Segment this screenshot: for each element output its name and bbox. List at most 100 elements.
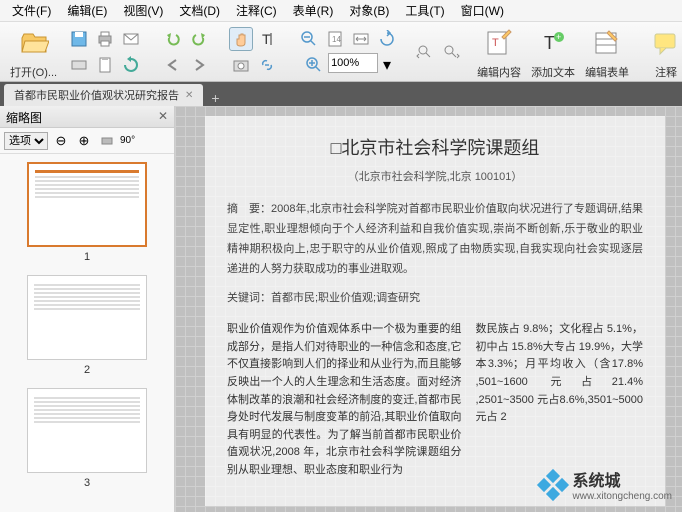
add-text-icon: T+ — [539, 29, 567, 57]
thumbnail-options-select[interactable]: 选项▾ — [4, 132, 48, 150]
fit-width-button[interactable] — [349, 27, 373, 51]
undo-button[interactable] — [161, 27, 185, 51]
arrow-right-icon — [190, 56, 208, 74]
snapshot-button[interactable] — [229, 53, 253, 77]
toolbar: 打开(O)... T — [0, 22, 682, 82]
doc-title: □北京市社会科学院课题组 — [227, 134, 643, 163]
fit-page-button[interactable]: 14 — [323, 27, 347, 51]
arrow-left-icon — [164, 56, 182, 74]
open-label: 打开(O)... — [10, 64, 57, 80]
zoom-dropdown[interactable]: ▾ — [380, 53, 394, 77]
sidebar-title: 缩略图 — [6, 109, 42, 124]
thumb-number: 3 — [8, 477, 166, 489]
watermark-brand: 系统城 — [573, 467, 673, 491]
menu-form[interactable]: 表单(R) — [285, 0, 342, 21]
page-content: □北京市社会科学院课题组 （北京市社会科学院,北京 100101） 摘 要：20… — [205, 116, 665, 506]
printer-icon — [96, 30, 114, 48]
find-prev-icon — [416, 43, 434, 61]
text-cursor-icon: T — [258, 30, 276, 48]
annotate-button[interactable] — [647, 24, 682, 62]
watermark-logo-icon — [539, 471, 567, 499]
annotate-icon — [652, 29, 680, 57]
doc-keywords: 关键词：首都市民;职业价值观;调查研究 — [227, 290, 643, 308]
clipboard-button[interactable] — [93, 53, 117, 77]
doc-abstract: 摘 要：2008年,北京市社会科学院对首都市民职业价值取向状况进行了专题调研,结… — [227, 200, 643, 279]
tab-title: 首都市民职业价值观状况研究报告 — [14, 87, 179, 103]
thumbnail-3[interactable]: 3 — [8, 388, 166, 489]
thumbnail-2[interactable]: 2 — [8, 275, 166, 376]
prev-view-button[interactable] — [161, 53, 185, 77]
zoom-in-icon — [305, 56, 323, 74]
doc-subtitle: （北京市社会科学院,北京 100101） — [227, 169, 643, 187]
edit-form-icon — [593, 29, 621, 57]
thumbnail-1[interactable]: 1 — [8, 162, 166, 263]
annotate-label: 注释 — [655, 64, 677, 80]
menu-edit[interactable]: 编辑(E) — [59, 0, 115, 21]
fit-width-icon — [352, 30, 370, 48]
svg-text:+: + — [556, 32, 561, 42]
hand-tool-button[interactable] — [229, 27, 253, 51]
document-view[interactable]: □北京市社会科学院课题组 （北京市社会科学院,北京 100101） 摘 要：20… — [175, 106, 682, 512]
menu-tools[interactable]: 工具(T) — [397, 0, 452, 21]
redo-button[interactable] — [187, 27, 211, 51]
sidebar-close-button[interactable]: ✕ — [158, 109, 168, 124]
menu-view[interactable]: 视图(V) — [115, 0, 171, 21]
zoom-input[interactable] — [328, 53, 378, 73]
watermark: 系统城 www.xitongcheng.com — [539, 467, 673, 502]
zoom-out-button[interactable] — [297, 27, 321, 51]
find-prev-button[interactable] — [413, 40, 437, 64]
open-button[interactable] — [15, 24, 53, 62]
menu-object[interactable]: 对象(B) — [341, 0, 397, 21]
save-icon — [70, 30, 88, 48]
link-button[interactable] — [255, 53, 279, 77]
camera-icon — [232, 56, 250, 74]
thumb-zoom-in-button[interactable]: ⊕ — [74, 131, 94, 151]
svg-text:14: 14 — [332, 35, 341, 44]
edit-form-button[interactable] — [588, 24, 626, 62]
menu-annotate[interactable]: 注释(C) — [228, 0, 285, 21]
edit-content-label: 编辑内容 — [477, 64, 521, 80]
thumb-number: 2 — [8, 364, 166, 376]
hand-icon — [232, 30, 250, 48]
thumb-rotate-label[interactable]: 90° — [120, 135, 135, 146]
add-text-button[interactable]: T+ — [534, 24, 572, 62]
svg-text:T: T — [262, 31, 271, 47]
fit-page-icon: 14 — [326, 30, 344, 48]
edit-form-label: 编辑表单 — [585, 64, 629, 80]
mail-icon — [122, 30, 140, 48]
menu-window[interactable]: 窗口(W) — [453, 0, 512, 21]
edit-content-button[interactable]: T — [480, 24, 518, 62]
menu-bar: 文件(F) 编辑(E) 视图(V) 文档(D) 注释(C) 表单(R) 对象(B… — [0, 0, 682, 22]
text-select-button[interactable]: T — [255, 27, 279, 51]
menu-document[interactable]: 文档(D) — [171, 0, 228, 21]
refresh-button[interactable] — [119, 53, 143, 77]
tab-close-button[interactable]: ✕ — [185, 90, 193, 101]
zoom-in-button[interactable] — [302, 53, 326, 77]
thumb-number: 1 — [8, 251, 166, 263]
zoom-out-icon — [300, 30, 318, 48]
thumb-zoom-out-button[interactable]: ⊖ — [51, 131, 71, 151]
redo-icon — [190, 30, 208, 48]
scan-button[interactable] — [67, 53, 91, 77]
add-text-label: 添加文本 — [531, 64, 575, 80]
rotate-icon — [378, 30, 396, 48]
link-icon — [258, 56, 276, 74]
edit-content-icon: T — [485, 29, 513, 57]
clipboard-icon — [96, 56, 114, 74]
print-button[interactable] — [93, 27, 117, 51]
menu-file[interactable]: 文件(F) — [4, 0, 59, 21]
rotate-button[interactable] — [375, 27, 399, 51]
find-next-button[interactable] — [439, 40, 463, 64]
new-tab-button[interactable]: + — [203, 90, 227, 106]
printer-icon — [100, 134, 114, 148]
undo-icon — [164, 30, 182, 48]
thumb-print-button[interactable] — [97, 131, 117, 151]
email-button[interactable] — [119, 27, 143, 51]
folder-open-icon — [19, 28, 49, 58]
document-tab[interactable]: 首都市民职业价值观状况研究报告 ✕ — [4, 84, 203, 106]
scanner-icon — [70, 56, 88, 74]
save-button[interactable] — [67, 27, 91, 51]
svg-text:T: T — [492, 37, 499, 49]
doc-column-right: 数民族占 9.8%；文化程占 5.1%，初中占 15.8%大专占 19.9%，大… — [476, 321, 644, 479]
next-view-button[interactable] — [187, 53, 211, 77]
